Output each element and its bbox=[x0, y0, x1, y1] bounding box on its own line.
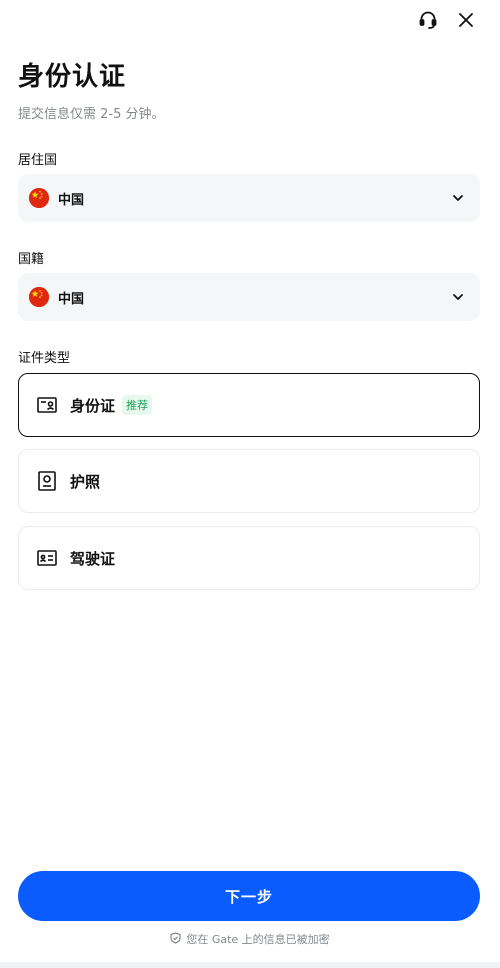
document-type-label: 证件类型 bbox=[18, 351, 71, 366]
page-subtitle: 提交信息仅需 2-5 分钟。 bbox=[18, 107, 165, 122]
bottom-divider bbox=[0, 962, 500, 968]
document-option-driver-license[interactable]: 驾驶证 bbox=[18, 526, 480, 590]
document-option-label: 身份证 bbox=[70, 396, 116, 415]
recommended-badge: 推荐 bbox=[122, 395, 153, 415]
id-card-icon bbox=[36, 394, 58, 416]
document-option-label: 护照 bbox=[70, 472, 101, 491]
chevron-down-icon bbox=[450, 190, 466, 206]
headset-icon[interactable] bbox=[416, 8, 440, 32]
china-flag-icon bbox=[29, 287, 49, 307]
china-flag-icon bbox=[29, 188, 49, 208]
residence-select[interactable]: 中国 bbox=[18, 174, 480, 222]
identity-verification-page: 身份认证 提交信息仅需 2-5 分钟。 居住国 中国 国籍 中国 证件类型 身份… bbox=[0, 0, 500, 968]
passport-icon bbox=[36, 470, 58, 492]
document-option-id-card[interactable]: 身份证 推荐 bbox=[18, 373, 480, 437]
document-option-label: 驾驶证 bbox=[70, 549, 116, 568]
residence-label: 居住国 bbox=[18, 153, 58, 168]
next-button[interactable]: 下一步 bbox=[18, 871, 480, 921]
chevron-down-icon bbox=[450, 289, 466, 305]
security-note: 您在 Gate 上的信息已被加密 bbox=[0, 931, 500, 947]
top-bar bbox=[416, 0, 500, 40]
shield-icon bbox=[170, 931, 181, 947]
page-title: 身份认证 bbox=[18, 62, 127, 92]
nationality-select[interactable]: 中国 bbox=[18, 273, 480, 321]
close-icon[interactable] bbox=[454, 8, 478, 32]
residence-value: 中国 bbox=[58, 192, 85, 208]
nationality-value: 中国 bbox=[58, 291, 85, 307]
driver-license-icon bbox=[36, 547, 58, 569]
security-note-text: 您在 Gate 上的信息已被加密 bbox=[186, 933, 330, 946]
document-option-passport[interactable]: 护照 bbox=[18, 449, 480, 513]
nationality-label: 国籍 bbox=[18, 252, 45, 267]
